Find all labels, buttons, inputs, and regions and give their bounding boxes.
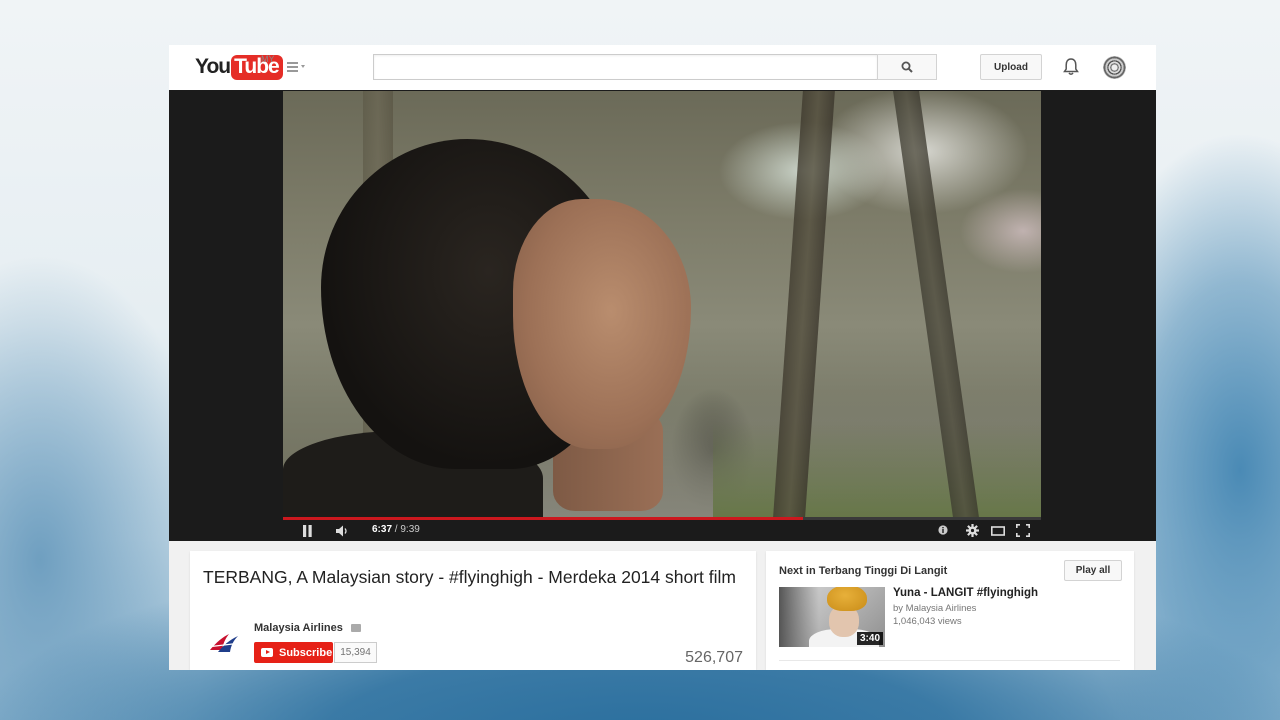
verified-icon bbox=[351, 624, 361, 632]
subscribe-label: Subscribe bbox=[279, 646, 333, 659]
subscriber-count: 15,394 bbox=[334, 642, 377, 663]
theater-mode-icon bbox=[991, 525, 1005, 536]
settings-button[interactable] bbox=[965, 523, 980, 538]
fullscreen-button[interactable] bbox=[1015, 523, 1031, 538]
video-frame[interactable] bbox=[283, 91, 1041, 517]
video-title: TERBANG, A Malaysian story - #flyinghigh… bbox=[203, 567, 736, 587]
account-avatar[interactable] bbox=[1103, 56, 1126, 79]
playlist-sidebar: Next in Terbang Tinggi Di Langit Play al… bbox=[766, 551, 1134, 670]
time-display: 6:37 / 9:39 bbox=[372, 524, 420, 535]
current-time: 6:37 bbox=[372, 524, 393, 535]
volume-icon bbox=[336, 525, 347, 536]
next-video-thumbnail[interactable]: 3:40 bbox=[779, 587, 885, 647]
upload-button[interactable]: Upload bbox=[980, 54, 1042, 80]
play-all-button[interactable]: Play all bbox=[1064, 560, 1122, 581]
search-input[interactable] bbox=[373, 54, 878, 80]
region-label: MY bbox=[261, 54, 275, 64]
playlist-heading[interactable]: Next in Terbang Tinggi Di Langit bbox=[779, 565, 947, 577]
player-controls: 6:37 / 9:39 bbox=[283, 520, 1041, 541]
search-button[interactable] bbox=[877, 54, 937, 80]
settings-icon bbox=[966, 524, 979, 537]
video-info-panel: TERBANG, A Malaysian story - #flyinghigh… bbox=[190, 551, 756, 670]
fullscreen-icon bbox=[1016, 524, 1030, 537]
divider bbox=[779, 660, 1120, 661]
browser-window: You Tube MY Upload 6:37 / 9:39 TERBANG, … bbox=[169, 45, 1156, 670]
logo-tube-text: Tube bbox=[231, 54, 283, 80]
video-player[interactable]: 6:37 / 9:39 bbox=[169, 90, 1156, 541]
next-video-channel: by Malaysia Airlines bbox=[893, 603, 977, 614]
guide-menu-icon[interactable] bbox=[287, 62, 307, 74]
bell-icon[interactable] bbox=[1062, 57, 1080, 77]
info-icon bbox=[938, 525, 948, 535]
volume-button[interactable] bbox=[335, 523, 351, 538]
pause-icon bbox=[302, 524, 312, 537]
logo-you-text: You bbox=[195, 55, 231, 78]
malaysia-airlines-logo[interactable] bbox=[207, 630, 241, 656]
next-video-duration: 3:40 bbox=[856, 632, 883, 645]
next-video-title[interactable]: Yuna - LANGIT #flyinghigh bbox=[893, 587, 1038, 599]
total-duration: 9:39 bbox=[400, 524, 420, 535]
youtube-play-icon bbox=[261, 648, 273, 657]
theater-mode-button[interactable] bbox=[990, 523, 1006, 538]
channel-name[interactable]: Malaysia Airlines bbox=[254, 622, 343, 634]
subscribe-button[interactable]: Subscribe bbox=[254, 642, 333, 663]
search-icon bbox=[901, 61, 913, 73]
masthead: You Tube MY Upload bbox=[169, 45, 1156, 91]
view-count: 526,707 bbox=[685, 649, 743, 666]
pause-button[interactable] bbox=[299, 523, 315, 538]
next-video-views: 1,046,043 views bbox=[893, 616, 962, 627]
info-button[interactable] bbox=[937, 524, 949, 536]
